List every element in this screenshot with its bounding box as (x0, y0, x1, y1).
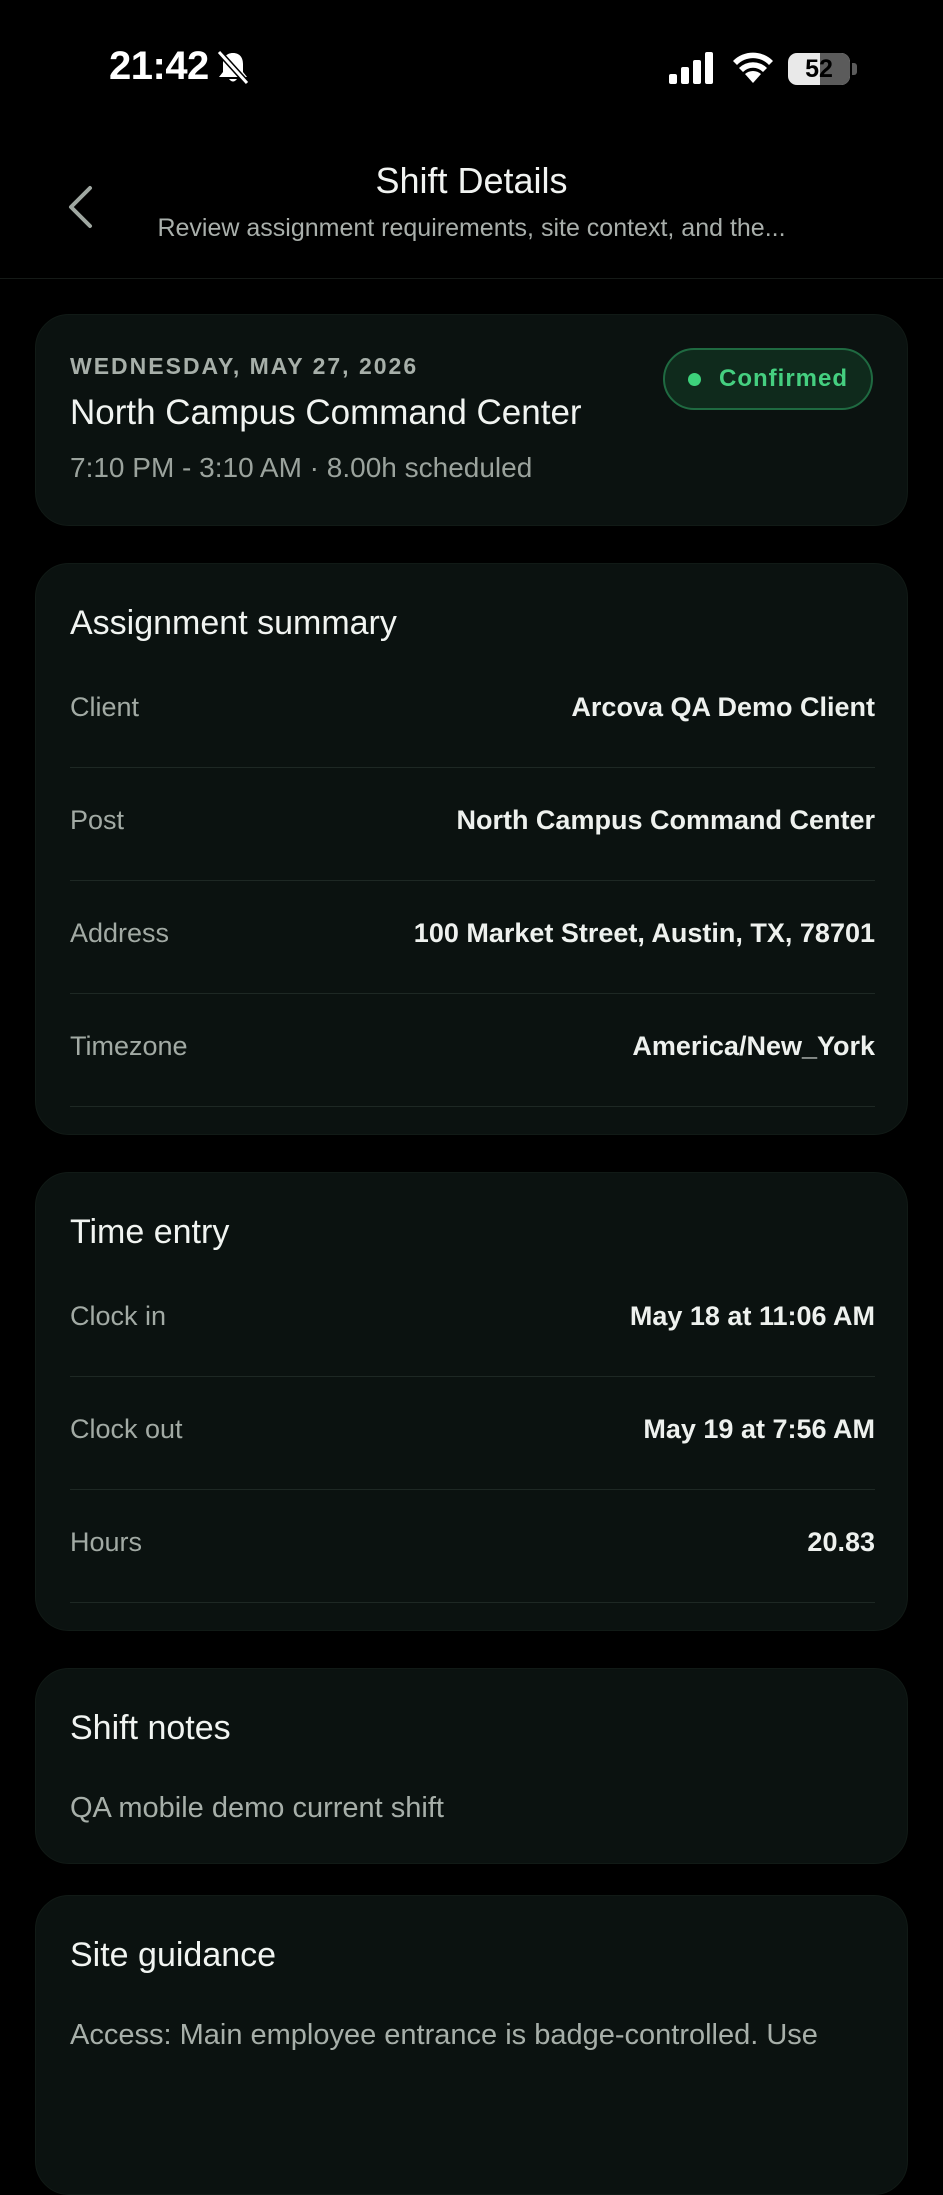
shift-date: WEDNESDAY, MAY 27, 2026 (70, 353, 419, 379)
detail-row-clock-in: Clock in May 18 at 11:06 AM (70, 1265, 875, 1377)
row-label: Clock in (70, 1301, 167, 1331)
status-badge-label: Confirmed (719, 365, 848, 392)
detail-row-client: Client Arcova QA Demo Client (70, 656, 875, 768)
shift-time-summary: 7:10 PM - 3:10 AM · 8.00h scheduled (70, 452, 533, 483)
row-value: North Campus Command Center (456, 805, 875, 835)
row-label: Client (70, 692, 140, 722)
site-guidance-card: Site guidance Access: Main employee entr… (35, 1895, 908, 2195)
status-badge: Confirmed (663, 348, 873, 410)
detail-row-clock-out: Clock out May 19 at 7:56 AM (70, 1378, 875, 1490)
assignment-summary-title: Assignment summary (70, 604, 397, 642)
cellular-signal-icon (669, 52, 713, 84)
bell-slash-icon (216, 50, 250, 86)
row-value: America/New_York (632, 1031, 875, 1061)
row-value: Arcova QA Demo Client (571, 692, 875, 722)
page-title: Shift Details (375, 160, 568, 201)
wifi-icon (733, 52, 773, 83)
detail-row-hours: Hours 20.83 (70, 1491, 875, 1603)
battery-icon: 52 (788, 53, 850, 85)
assignment-summary-card: Assignment summary Client Arcova QA Demo… (35, 563, 908, 1135)
battery-cap (852, 63, 857, 75)
shift-notes-title: Shift notes (70, 1709, 231, 1747)
row-label: Hours (70, 1527, 143, 1557)
time-entry-card: Time entry Clock in May 18 at 11:06 AM C… (35, 1172, 908, 1631)
detail-row-post: Post North Campus Command Center (70, 769, 875, 881)
page-subtitle: Review assignment requirements, site con… (157, 214, 786, 242)
site-guidance-text: Access: Main employee entrance is badge-… (70, 2019, 818, 2051)
shift-header-card: WEDNESDAY, MAY 27, 2026 North Campus Com… (35, 314, 908, 526)
battery-level: 52 (805, 55, 833, 83)
shift-notes-text: QA mobile demo current shift (70, 1792, 444, 1824)
row-value: May 18 at 11:06 AM (629, 1301, 875, 1331)
row-label: Timezone (70, 1031, 188, 1061)
row-value: May 19 at 7:56 AM (643, 1414, 875, 1444)
nav-header: Shift Details Review assignment requirem… (0, 130, 943, 279)
status-bar: 21:42 52 (0, 0, 943, 130)
shift-site-name: North Campus Command Center (70, 393, 582, 432)
row-value: 100 Market Street, Austin, TX, 78701 (413, 918, 875, 948)
shift-notes-card: Shift notes QA mobile demo current shift (35, 1668, 908, 1864)
row-value: 20.83 (807, 1527, 875, 1557)
status-time: 21:42 (109, 44, 209, 88)
row-label: Address (70, 918, 170, 948)
detail-row-address: Address 100 Market Street, Austin, TX, 7… (70, 882, 875, 994)
detail-row-timezone: Timezone America/New_York (70, 995, 875, 1107)
status-dot-icon (688, 372, 701, 386)
site-guidance-title: Site guidance (70, 1936, 277, 1974)
row-label: Post (70, 805, 125, 835)
row-label: Clock out (70, 1414, 183, 1444)
time-entry-title: Time entry (70, 1213, 230, 1251)
shift-details-content[interactable]: WEDNESDAY, MAY 27, 2026 North Campus Com… (0, 279, 943, 2195)
